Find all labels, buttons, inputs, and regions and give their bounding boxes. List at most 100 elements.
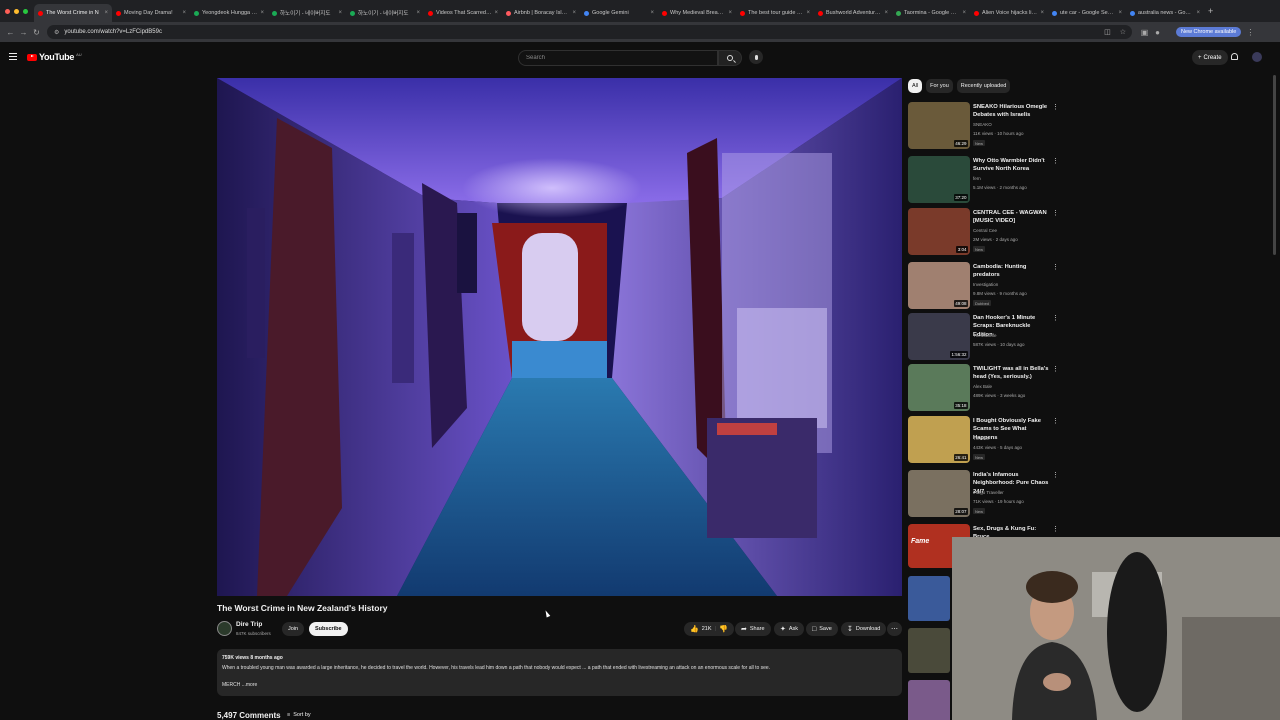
chip-recently-uploaded[interactable]: Recently uploaded [956, 79, 1011, 93]
recommendation-thumbnail[interactable] [908, 576, 950, 621]
recommendation-item[interactable]: 1:56:32 Dan Hooker's 1 Minute Scraps: Bar… [908, 313, 1063, 361]
recommendation-channel[interactable]: SNEAKO [973, 122, 992, 127]
save-button[interactable]: □ Save [806, 622, 838, 636]
forward-icon[interactable]: → [17, 28, 30, 37]
more-options-icon[interactable]: ⋮ [1052, 209, 1059, 217]
new-tab-button[interactable]: + [1204, 6, 1217, 16]
show-more-link[interactable]: MERCH ...more [222, 682, 897, 688]
tab-close-icon[interactable]: × [962, 10, 966, 16]
description-box[interactable]: 759K views 8 months ago When a troubled … [217, 649, 902, 696]
recommendation-item[interactable]: 26:41 I Bought Obviously Fake Scams to Se… [908, 416, 1063, 464]
browser-tab[interactable]: Alien Voice hijacks live T × [970, 4, 1048, 22]
bookmark-star-icon[interactable]: ☆ [1120, 28, 1126, 36]
profile-icon[interactable]: ● [1151, 28, 1164, 37]
recommendation-title[interactable]: Why Otto Warmbier Didn't Survive North K… [973, 157, 1051, 174]
tab-close-icon[interactable]: × [728, 10, 732, 16]
tab-close-icon[interactable]: × [650, 10, 654, 16]
video-player[interactable] [217, 78, 902, 596]
tab-close-icon[interactable]: × [182, 10, 186, 16]
recommendation-item[interactable]: 35:18 TWILIGHT was all in Bella's head (Y… [908, 364, 1063, 412]
recommendation-channel[interactable]: fern [973, 176, 981, 181]
browser-tab[interactable]: Moving Day Drama! × [112, 4, 190, 22]
hamburger-menu-icon[interactable] [9, 53, 17, 60]
tab-close-icon[interactable]: × [1040, 10, 1044, 16]
recommendation-thumbnail[interactable] [908, 680, 950, 720]
browser-tab[interactable]: 하노이기 - 네이버지도 × [268, 4, 346, 22]
ask-button[interactable]: ✦ Ask [774, 622, 805, 636]
recommendation-item[interactable]: 37:20 Why Otto Warmbier Didn't Survive No… [908, 156, 1063, 204]
recommendation-thumbnail[interactable]: 26:41 [908, 416, 970, 463]
browser-tab[interactable]: Why Medieval Bread Was× [658, 4, 736, 22]
recommendation-title[interactable]: TWILIGHT was all in Bella's head (Yes, s… [973, 365, 1051, 382]
maximize-window-button[interactable] [23, 8, 28, 14]
browser-tab[interactable]: Google Gemini × [580, 4, 658, 22]
back-icon[interactable]: ← [4, 28, 17, 37]
recommendation-channel[interactable]: Investigation [973, 282, 998, 287]
recommendation-channel[interactable]: Indigo Traveller [973, 490, 1004, 495]
recommendation-item[interactable]: 3:04 CENTRAL CEE - WAGWAN [MUSIC VIDEO] Ce… [908, 208, 1063, 256]
more-options-icon[interactable]: ⋮ [1052, 314, 1059, 322]
browser-tab[interactable]: Videos That Scarred Aus × [424, 4, 502, 22]
more-options-icon[interactable]: ⋮ [1052, 263, 1059, 271]
voice-search-button[interactable] [749, 50, 763, 64]
thumbs-up-icon[interactable]: 👍 [690, 626, 699, 633]
recommendation-thumbnail[interactable]: 3:04 [908, 208, 970, 255]
close-window-button[interactable] [5, 8, 10, 14]
browser-tab[interactable]: Yeongdeok Hungga - Nav× [190, 4, 268, 22]
recommendation-item[interactable]: 46:29 SNEAKO Hilarious Omegle Debates wit… [908, 102, 1063, 150]
site-info-icon[interactable]: ⚙ [54, 29, 59, 36]
chip-for-you[interactable]: For you [926, 79, 953, 93]
create-button[interactable]: + Create [1192, 50, 1228, 65]
tab-close-icon[interactable]: × [572, 10, 576, 16]
more-options-icon[interactable]: ⋮ [1052, 525, 1059, 533]
more-options-icon[interactable]: ⋮ [1052, 103, 1059, 111]
tab-close-icon[interactable]: × [260, 10, 264, 16]
tab-close-icon[interactable]: × [416, 10, 420, 16]
tab-close-icon[interactable]: × [494, 10, 498, 16]
share-button[interactable]: ➦ Share [735, 622, 771, 636]
tab-close-icon[interactable]: × [884, 10, 888, 16]
install-icon[interactable]: ◫ [1104, 28, 1111, 36]
subscribe-button[interactable]: Subscribe [309, 622, 348, 636]
browser-menu-icon[interactable]: ⋮ [1246, 28, 1254, 37]
recommendation-title[interactable]: SNEAKO Hilarious Omegle Debates with Isr… [973, 103, 1051, 120]
recommendation-thumbnail[interactable]: 37:20 [908, 156, 970, 203]
recommendation-thumbnail[interactable]: 46:29 [908, 102, 970, 149]
recommendation-title[interactable]: CENTRAL CEE - WAGWAN [MUSIC VIDEO] [973, 209, 1051, 226]
recommendation-channel[interactable]: TheMacLife [973, 333, 997, 338]
channel-avatar[interactable] [217, 621, 232, 636]
browser-tab[interactable]: Bushworld Adventures | × [814, 4, 892, 22]
tab-close-icon[interactable]: × [806, 10, 810, 16]
channel-name[interactable]: Dire Trip [236, 621, 262, 628]
download-button[interactable]: ↧ Download [841, 622, 887, 636]
browser-tab[interactable]: ute car - Google Search × [1048, 4, 1126, 22]
browser-tab[interactable]: australia news - Google × [1126, 4, 1204, 22]
account-avatar[interactable] [1252, 52, 1262, 62]
search-input[interactable] [526, 55, 717, 61]
browser-tab[interactable]: The best tour guide #pl × [736, 4, 814, 22]
more-options-icon[interactable]: ⋮ [1052, 365, 1059, 373]
notifications-bell-icon[interactable] [1231, 53, 1238, 60]
browser-tab[interactable]: 하노이기 - 네이버지도 × [346, 4, 424, 22]
extensions-icon[interactable]: ▣ [1138, 28, 1151, 37]
join-button[interactable]: Join [282, 622, 305, 636]
more-options-icon[interactable]: ⋮ [1052, 471, 1059, 479]
youtube-logo[interactable]: YouTube AU [27, 52, 82, 62]
recommendation-thumbnail[interactable]: 1:56:32 [908, 313, 970, 360]
more-options-icon[interactable]: ⋮ [1052, 157, 1059, 165]
new-chrome-available-button[interactable]: New Chrome available [1176, 27, 1242, 37]
tab-close-icon[interactable]: × [104, 10, 108, 16]
chip-all[interactable]: All [908, 79, 923, 93]
like-count[interactable]: 21K [702, 626, 712, 632]
recommendation-item[interactable]: 49:08 Cambodia: Hunting predators Investig… [908, 262, 1063, 310]
recommendation-thumbnail[interactable]: 28:07 [908, 470, 970, 517]
more-actions-button[interactable]: ⋯ [887, 622, 902, 636]
browser-tab[interactable]: The Worst Crime in N × [34, 4, 112, 22]
browser-tab[interactable]: Airbnb | Boracay Island × [502, 4, 580, 22]
recommendation-item[interactable]: 28:07 India's Infamous Neighborhood: Pure… [908, 470, 1063, 518]
recommendation-thumbnail[interactable] [908, 628, 950, 673]
browser-tab[interactable]: Taormina - Google Sear × [892, 4, 970, 22]
minimize-window-button[interactable] [14, 8, 19, 14]
page-scrollbar[interactable] [1273, 75, 1276, 255]
search-button[interactable] [718, 50, 742, 66]
